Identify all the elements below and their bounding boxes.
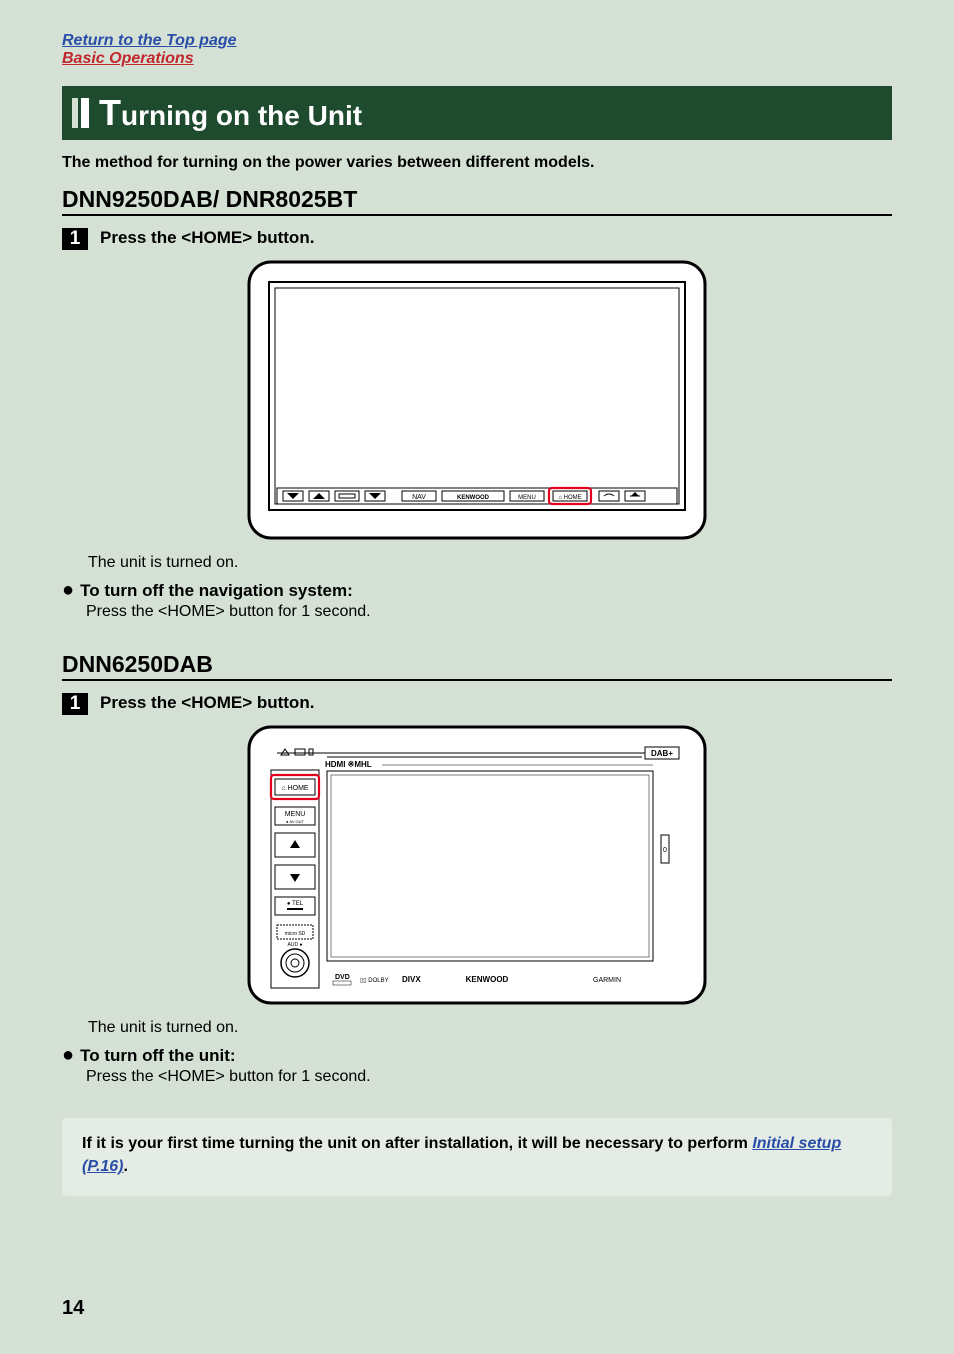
return-top-link[interactable]: Return to the Top page [62, 32, 237, 50]
page-title: Turning on the Unit [99, 92, 362, 134]
top-links: Return to the Top page Basic Operations [62, 32, 892, 68]
bullet-heading: To turn off the navigation system: [80, 581, 353, 601]
step-row: 1 Press the <HOME> button. [62, 228, 892, 250]
dolby-logo: ▯▯ DOLBY [360, 978, 389, 984]
model-heading-2: DNN6250DAB [62, 651, 892, 681]
svg-text:● AV OUT: ● AV OUT [286, 819, 304, 824]
home-side-button: ⌂ HOME [281, 785, 309, 792]
step-number-badge: 1 [62, 693, 88, 715]
bullet-heading-row-2: ● To turn off the unit: [62, 1045, 892, 1066]
hdmi-mhl-label: HDMI ※MHL [325, 760, 372, 769]
basic-operations-link[interactable]: Basic Operations [62, 50, 194, 68]
bullet-subtext: Press the <HOME> button for 1 second. [86, 603, 892, 621]
bullet-heading-2: To turn off the unit: [80, 1046, 235, 1066]
kenwood-bottom-label: KENWOOD [466, 975, 509, 984]
page-number: 14 [62, 1297, 84, 1320]
dvd-logo: DVD [335, 974, 350, 981]
note-box: If it is your first time turning the uni… [62, 1118, 892, 1196]
model-heading-1: DNN9250DAB/ DNR8025BT [62, 186, 892, 216]
svg-text:AUD ●: AUD ● [288, 942, 303, 948]
kenwood-label: KENWOOD [457, 495, 490, 501]
step-instruction: Press the <HOME> button. [100, 693, 314, 713]
bullet-subtext-2: Press the <HOME> button for 1 second. [86, 1068, 892, 1086]
bullet-icon: ● [62, 1045, 74, 1065]
menu-button-label: MENU [518, 495, 536, 501]
note-text-before: If it is your first time turning the uni… [82, 1135, 752, 1152]
dab-badge: DAB+ [651, 749, 673, 758]
section-title-bar: Turning on the Unit [62, 86, 892, 140]
divx-logo: DIVX [402, 975, 421, 984]
bullet-icon: ● [62, 580, 74, 600]
home-button-label: ⌂ HOME [558, 495, 581, 501]
svg-text:0: 0 [663, 847, 667, 854]
garmin-label: GARMIN [593, 977, 621, 984]
intro-text: The method for turning on the power vari… [62, 154, 892, 172]
svg-text:micro SD: micro SD [285, 931, 306, 937]
result-text: The unit is turned on. [88, 554, 892, 572]
menu-side-button: MENU [285, 811, 306, 818]
device-figure-2: DAB+ HDMI ※MHL ⌂ HOME MENU ● AV OUT ● TE… [247, 725, 707, 1005]
result-text-2: The unit is turned on. [88, 1019, 892, 1037]
nav-button-label: NAV [412, 494, 426, 501]
step-row: 1 Press the <HOME> button. [62, 693, 892, 715]
step-instruction: Press the <HOME> button. [100, 228, 314, 248]
step-number-badge: 1 [62, 228, 88, 250]
device-figure-1: NAV KENWOOD MENU ⌂ HOME [247, 260, 707, 540]
tel-side-button: ● TEL [287, 901, 304, 907]
bullet-heading-row: ● To turn off the navigation system: [62, 580, 892, 601]
note-text-after: . [124, 1158, 128, 1175]
